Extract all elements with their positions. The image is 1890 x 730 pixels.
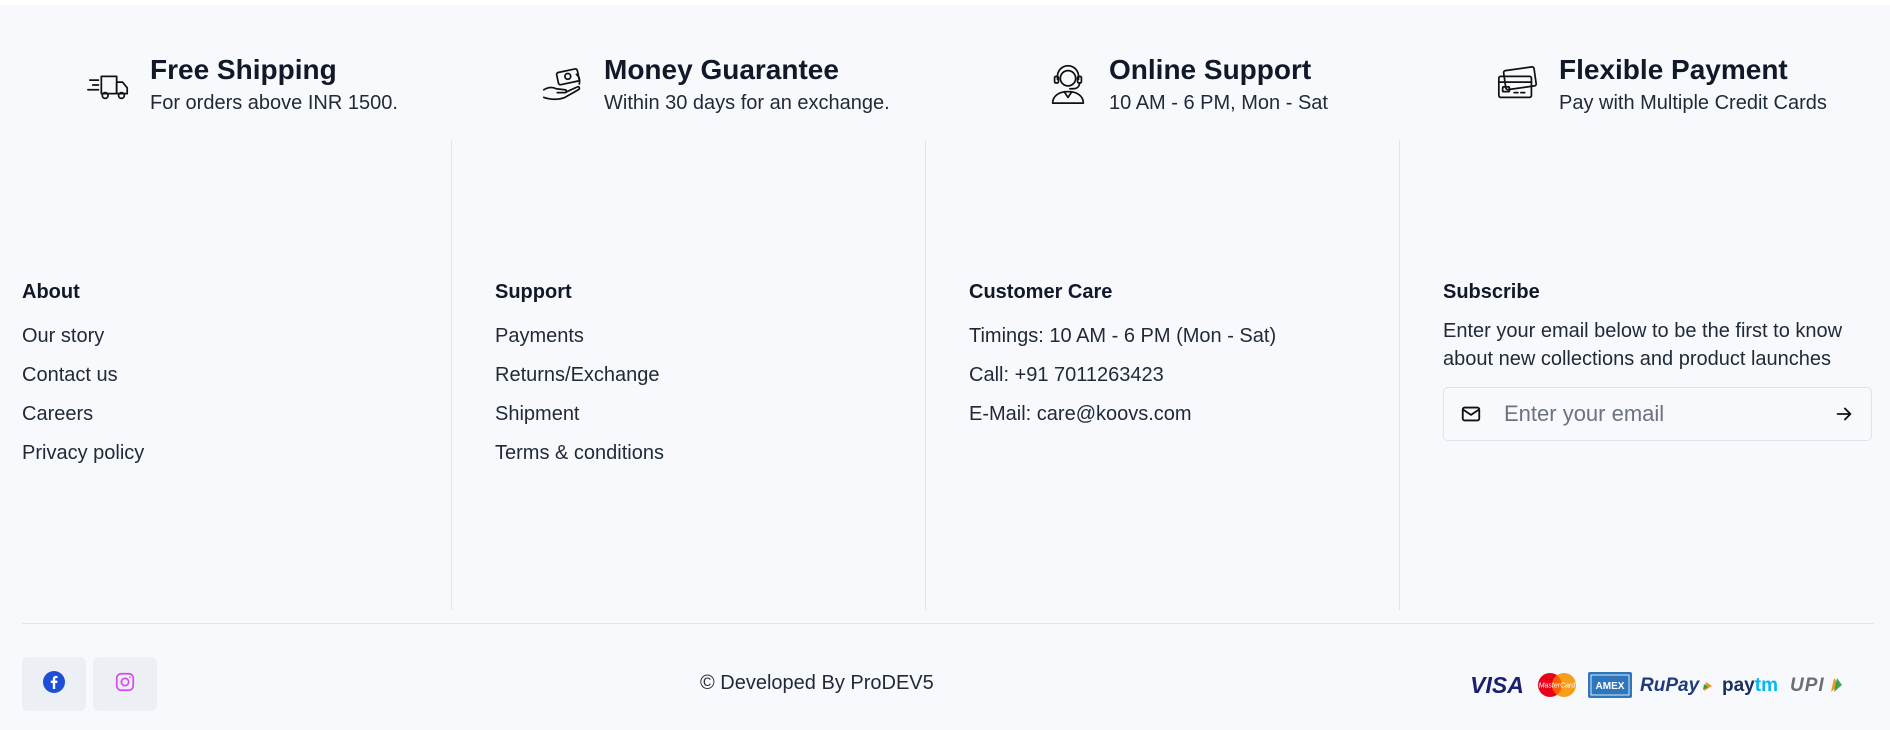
email-input[interactable] — [1502, 400, 1833, 428]
subscribe-form — [1443, 387, 1872, 441]
instagram-icon — [114, 671, 136, 698]
footer-link-payments[interactable]: Payments — [495, 317, 664, 356]
truck-icon — [86, 61, 132, 107]
features-row: Free Shipping For orders above INR 1500.… — [0, 5, 1890, 140]
svg-text:UPI: UPI — [1790, 675, 1825, 696]
feature-online-support: Online Support 10 AM - 6 PM, Mon - Sat — [1045, 53, 1328, 116]
svg-text:MasterCard: MasterCard — [1539, 683, 1577, 690]
feature-title: Money Guarantee — [604, 54, 839, 85]
footer-link-privacy-policy[interactable]: Privacy policy — [22, 434, 144, 473]
svg-text:paytm: paytm — [1722, 675, 1778, 696]
facebook-button[interactable] — [22, 657, 86, 711]
column-divider — [925, 140, 926, 610]
about-heading: About — [22, 281, 80, 303]
site-footer: Free Shipping For orders above INR 1500.… — [0, 5, 1890, 730]
support-heading: Support — [495, 281, 572, 303]
footer-link-returns-exchange[interactable]: Returns/Exchange — [495, 356, 664, 395]
upi-logo: UPI — [1790, 669, 1844, 701]
feature-subtitle: Within 30 days for an exchange. — [604, 92, 890, 114]
customer-care-email: E-Mail: care@koovs.com — [969, 403, 1192, 425]
facebook-icon — [42, 670, 66, 699]
credit-cards-icon — [1495, 61, 1541, 107]
footer-link-our-story[interactable]: Our story — [22, 317, 144, 356]
svg-text:VISA: VISA — [1470, 672, 1524, 698]
customer-care-phone: Call: +91 7011263423 — [969, 364, 1164, 386]
svg-text:RuPay: RuPay — [1640, 675, 1701, 696]
subscribe-description: Enter your email below to be the first t… — [1443, 320, 1843, 370]
mail-icon — [1460, 403, 1482, 425]
instagram-button[interactable] — [93, 657, 157, 711]
subscribe-heading: Subscribe — [1443, 281, 1540, 303]
feature-subtitle: For orders above INR 1500. — [150, 92, 398, 114]
support-column: Support Payments Returns/Exchange Shipme… — [495, 277, 664, 473]
rupay-logo: RuPay — [1640, 669, 1714, 701]
feature-title: Online Support — [1109, 54, 1312, 85]
footer-divider — [22, 623, 1874, 624]
feature-money-guarantee: Money Guarantee Within 30 days for an ex… — [540, 53, 890, 116]
paytm-logo: paytm — [1722, 669, 1782, 701]
column-divider — [1399, 140, 1400, 610]
footer-link-careers[interactable]: Careers — [22, 395, 144, 434]
footer-link-terms[interactable]: Terms & conditions — [495, 434, 664, 473]
feature-subtitle: 10 AM - 6 PM, Mon - Sat — [1109, 92, 1328, 114]
subscribe-column: Subscribe Enter your email below to be t… — [1443, 277, 1875, 441]
footer-link-contact-us[interactable]: Contact us — [22, 356, 144, 395]
amex-logo: AMEX — [1588, 669, 1632, 701]
copyright-text: © Developed By ProDEV5 — [700, 672, 934, 694]
about-column: About Our story Contact us Careers Priva… — [22, 277, 144, 473]
svg-text:AMEX: AMEX — [1596, 681, 1625, 692]
feature-title: Flexible Payment — [1559, 54, 1788, 85]
customer-care-column: Customer Care Timings: 10 AM - 6 PM (Mon… — [969, 277, 1276, 434]
money-hand-icon — [540, 61, 586, 107]
visa-logo: VISA — [1468, 669, 1526, 701]
arrow-right-icon[interactable] — [1833, 403, 1855, 425]
headset-support-icon — [1045, 61, 1091, 107]
feature-free-shipping: Free Shipping For orders above INR 1500. — [86, 53, 398, 116]
mastercard-logo: MasterCard — [1534, 669, 1580, 701]
customer-care-heading: Customer Care — [969, 281, 1113, 303]
feature-subtitle: Pay with Multiple Credit Cards — [1559, 92, 1827, 114]
payment-methods: VISA MasterCard AMEX RuPay paytm UPI — [1468, 669, 1844, 701]
feature-flexible-payment: Flexible Payment Pay with Multiple Credi… — [1495, 53, 1827, 116]
footer-link-shipment[interactable]: Shipment — [495, 395, 664, 434]
column-divider — [451, 140, 452, 610]
customer-care-timings: Timings: 10 AM - 6 PM (Mon - Sat) — [969, 325, 1277, 347]
feature-title: Free Shipping — [150, 54, 337, 85]
